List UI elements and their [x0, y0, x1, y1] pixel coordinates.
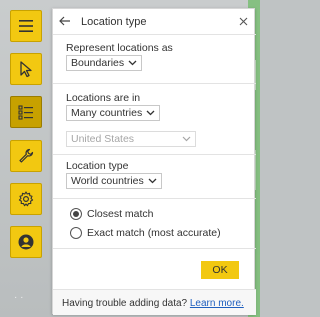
- chevron-down-icon: [148, 178, 157, 184]
- account-button[interactable]: [10, 226, 42, 258]
- locations-section: Locations are in Many countries United S…: [53, 84, 256, 155]
- close-button[interactable]: [235, 13, 251, 29]
- exact-match-label: Exact match (most accurate): [87, 227, 221, 239]
- location-type-panel: Location type Represent locations as Bou…: [52, 8, 256, 315]
- wrench-icon: [19, 148, 34, 163]
- chevron-down-icon: [182, 136, 191, 142]
- gear-icon: [18, 191, 34, 207]
- panel-title: Location type: [81, 16, 147, 28]
- settings-button[interactable]: [10, 183, 42, 215]
- represent-label: Represent locations as: [66, 42, 173, 54]
- location-type-value: World countries: [71, 175, 144, 187]
- learn-more-link[interactable]: Learn more.: [190, 298, 244, 309]
- exact-match-radio[interactable]: Exact match (most accurate): [70, 227, 221, 239]
- layer-list-button[interactable]: [10, 96, 42, 128]
- ok-button[interactable]: OK: [201, 261, 239, 279]
- location-type-section: Location type World countries: [53, 155, 256, 199]
- represent-dropdown[interactable]: Boundaries: [66, 55, 143, 71]
- menu-icon: [19, 20, 33, 32]
- match-section: Closest match Exact match (most accurate…: [53, 199, 256, 249]
- represent-value: Boundaries: [71, 57, 125, 69]
- locations-value: Many countries: [71, 107, 143, 119]
- footer-message: Having trouble adding data?: [62, 298, 188, 309]
- close-icon: [239, 17, 247, 25]
- closest-match-radio[interactable]: Closest match: [70, 208, 154, 220]
- tools-button[interactable]: [10, 140, 42, 172]
- represent-section: Represent locations as Boundaries: [53, 35, 256, 84]
- country-value: United States: [71, 133, 135, 145]
- radio-unchecked-icon: [70, 227, 82, 239]
- back-button[interactable]: [57, 13, 73, 29]
- select-tool-button[interactable]: [10, 53, 42, 85]
- location-type-dropdown[interactable]: World countries: [66, 173, 162, 189]
- locations-dropdown[interactable]: Many countries: [66, 105, 161, 121]
- layer-list-icon: [18, 105, 33, 120]
- footer-text: Having trouble adding data? Learn more.: [62, 298, 244, 309]
- tool-rail: [0, 0, 50, 317]
- menu-button[interactable]: [10, 10, 42, 42]
- location-type-label: Location type: [66, 160, 129, 172]
- country-dropdown[interactable]: United States: [66, 131, 196, 147]
- chevron-down-icon: [146, 110, 155, 116]
- radio-checked-icon: [70, 208, 82, 220]
- panel-footer: Having trouble adding data? Learn more.: [53, 289, 256, 315]
- arrow-left-icon: [59, 16, 70, 26]
- chevron-down-icon: [128, 60, 137, 66]
- user-icon: [18, 234, 34, 250]
- select-cursor-icon: [20, 61, 32, 78]
- closest-match-label: Closest match: [87, 208, 154, 220]
- panel-header: Location type: [53, 9, 256, 35]
- locations-label: Locations are in: [66, 92, 141, 104]
